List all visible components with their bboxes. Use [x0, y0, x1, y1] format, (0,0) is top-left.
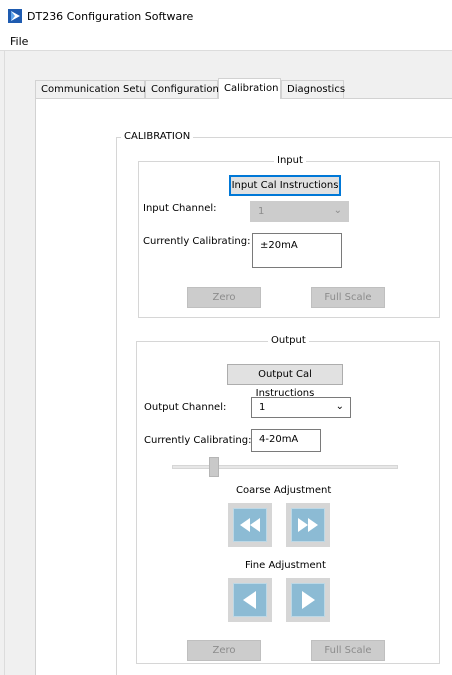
output-currently-calibrating-label: Currently Calibrating: — [144, 435, 252, 446]
menu-file[interactable]: File — [10, 35, 28, 48]
input-zero-button[interactable]: Zero — [187, 287, 261, 308]
tab-calibration[interactable]: Calibration — [218, 78, 281, 99]
play-arrow-logo-icon — [8, 9, 22, 23]
fine-adjustment-label: Fine Adjustment — [245, 560, 326, 571]
fine-increase-button[interactable] — [286, 578, 330, 622]
output-adjust-slider-thumb[interactable] — [209, 457, 219, 477]
calibration-group-label: CALIBRATION — [121, 131, 194, 142]
tab-communication-setup[interactable]: Communication Setup — [35, 80, 152, 99]
input-currently-calibrating-label: Currently Calibrating: — [143, 236, 251, 247]
output-currently-calibrating-field[interactable]: 4-20mA — [251, 429, 321, 452]
window-left-edge — [4, 50, 5, 675]
output-full-scale-button[interactable]: Full Scale — [311, 640, 385, 661]
fine-decrease-button[interactable] — [228, 578, 272, 622]
input-channel-label: Input Channel: — [143, 203, 217, 214]
output-channel-label: Output Channel: — [144, 402, 227, 413]
input-channel-select[interactable]: 1 ⌄ — [250, 201, 349, 222]
menu-divider — [0, 50, 452, 51]
fast-rewind-icon — [240, 518, 260, 532]
output-adjust-slider-track[interactable] — [172, 465, 398, 469]
output-zero-button[interactable]: Zero — [187, 640, 261, 661]
tab-configuration[interactable]: Configuration — [145, 80, 219, 99]
tab-diagnostics[interactable]: Diagnostics — [281, 80, 345, 99]
window-title: DT236 Configuration Software — [27, 10, 194, 23]
menu-bar — [0, 30, 452, 50]
input-channel-value: 1 — [258, 206, 265, 217]
coarse-increase-button[interactable] — [286, 503, 330, 547]
arrow-left-icon — [243, 591, 256, 609]
input-group-label: Input — [274, 155, 306, 166]
coarse-adjustment-label: Coarse Adjustment — [236, 485, 332, 496]
arrow-right-icon — [302, 591, 315, 609]
output-currently-calibrating-value: 4-20mA — [259, 434, 299, 445]
fast-forward-icon — [298, 518, 318, 532]
input-currently-calibrating-value: ±20mA — [260, 240, 298, 251]
output-channel-select[interactable]: 1 ⌄ — [251, 397, 351, 418]
input-currently-calibrating-field[interactable]: ±20mA — [252, 233, 342, 268]
input-full-scale-button[interactable]: Full Scale — [311, 287, 385, 308]
output-channel-value: 1 — [259, 402, 266, 413]
chevron-down-icon: ⌄ — [333, 205, 342, 216]
output-group-label: Output — [268, 335, 309, 346]
output-cal-instructions-button[interactable]: Output Cal Instructions — [227, 364, 343, 399]
chevron-down-icon: ⌄ — [335, 401, 344, 412]
input-cal-instructions-button[interactable]: Input Cal Instructions — [229, 175, 341, 196]
coarse-decrease-button[interactable] — [228, 503, 272, 547]
